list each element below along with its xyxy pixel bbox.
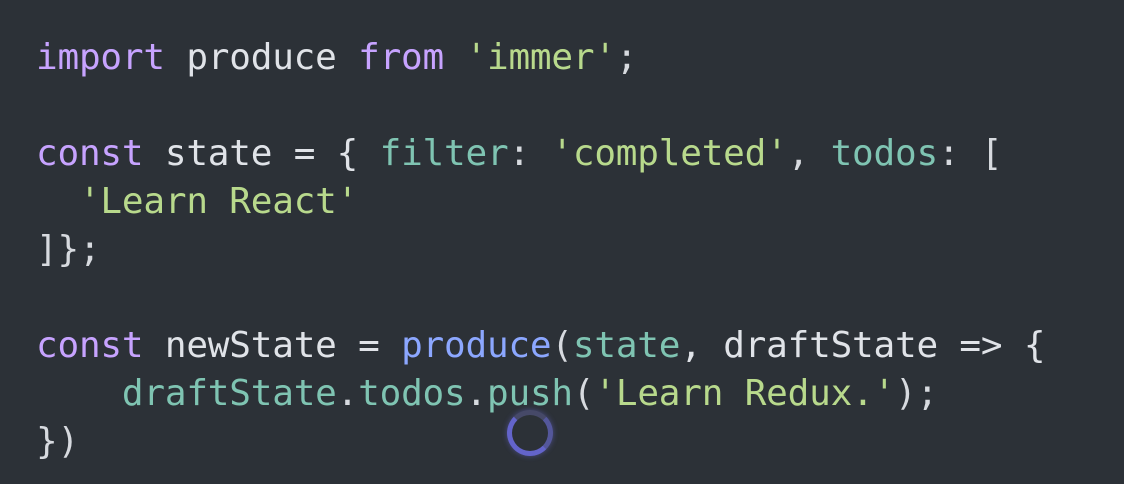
- code-line-4: 'Learn React': [36, 178, 1124, 226]
- argument-state: state: [572, 325, 681, 366]
- code-line-9: }): [36, 418, 1124, 466]
- string-learn-redux: 'Learn Redux.': [594, 373, 896, 414]
- code-line-1: import produce from 'immer';: [36, 34, 1124, 82]
- closing-brackets: }): [36, 421, 79, 462]
- code-line-7: const newState = produce(state, draftSta…: [36, 322, 1124, 370]
- arrow-function-head: , draftState => {: [680, 325, 1046, 366]
- paren-open: (: [551, 325, 573, 366]
- string-completed: 'completed': [551, 133, 788, 174]
- identifier-state: state = {: [143, 133, 380, 174]
- string-learn-react: 'Learn React': [78, 181, 359, 222]
- code-line-8: draftState.todos.push('Learn Redux.');: [36, 370, 1124, 418]
- property-filter: filter: [379, 133, 509, 174]
- function-produce: produce: [401, 325, 552, 366]
- keyword-const: const: [36, 325, 144, 366]
- dot: .: [336, 373, 359, 414]
- keyword-import: import: [36, 37, 165, 78]
- code-editor: import produce from 'immer'; const state …: [0, 0, 1124, 484]
- identifier-newstate: newState =: [143, 325, 402, 366]
- comma: ,: [787, 133, 831, 174]
- closing-brackets: ]};: [36, 229, 101, 270]
- identifier-draftstate: draftState: [121, 373, 337, 414]
- colon: :: [508, 133, 552, 174]
- array-open: : [: [937, 133, 1003, 174]
- paren-open: (: [572, 373, 595, 414]
- property-todos: todos: [358, 373, 466, 414]
- dot: .: [465, 373, 488, 414]
- keyword-const: const: [36, 133, 144, 174]
- code-block: import produce from 'immer'; const state …: [36, 34, 1124, 466]
- method-push: push: [487, 373, 573, 414]
- code-line-3: const state = { filter: 'completed', tod…: [36, 130, 1124, 178]
- property-todos: todos: [830, 133, 939, 174]
- semicolon: ;: [615, 37, 638, 78]
- identifier-produce: produce: [164, 37, 359, 78]
- keyword-from: from: [358, 37, 445, 78]
- loading-spinner-icon: [507, 410, 553, 456]
- code-line-5: ]};: [36, 226, 1124, 274]
- paren-close: );: [895, 373, 938, 414]
- string-immer: 'immer': [465, 37, 617, 78]
